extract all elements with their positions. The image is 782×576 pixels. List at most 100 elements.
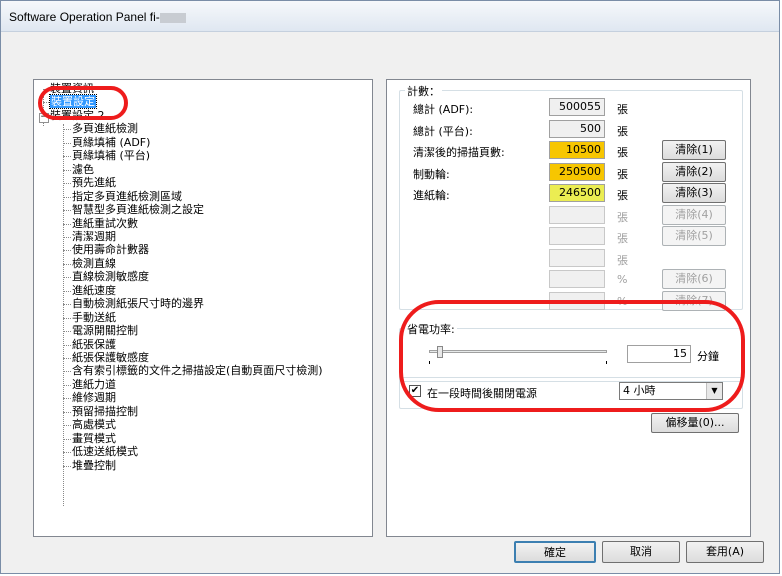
tree-item[interactable]: 堆疊控制 [72, 459, 116, 472]
tree-connector [63, 290, 71, 292]
tree-item[interactable]: 紙張保護 [72, 338, 116, 351]
tree-item[interactable]: 裝置資訊 [50, 82, 94, 95]
clear-counter-button[interactable]: 清除(3) [662, 183, 726, 203]
title-bar: Software Operation Panel fi- [1, 1, 779, 32]
counter-unit: 張 [617, 210, 628, 224]
power-saving-slider-track[interactable] [429, 350, 607, 353]
counter-label: 清潔後的掃描頁數: [413, 146, 505, 159]
tree-item[interactable]: 頁緣填補 (ADF) [72, 136, 150, 149]
tree-connector [63, 344, 71, 346]
clear-counter-button[interactable]: 清除(1) [662, 140, 726, 160]
tree-connector [63, 124, 64, 506]
minutes-unit: 分鐘 [697, 350, 719, 363]
counter-group-label: 計數： [405, 83, 442, 99]
tree-item[interactable]: 進紙力道 [72, 378, 116, 391]
clear-counter-button[interactable]: 清除(7) [662, 290, 726, 311]
tree-connector [63, 398, 71, 400]
tree-item[interactable]: 維修週期 [72, 391, 116, 404]
power-saving-slider-thumb[interactable] [436, 346, 443, 358]
counter-label: 制動輪: [413, 167, 450, 181]
tree-connector [63, 331, 71, 333]
tree-connector [63, 236, 71, 238]
power-saving-minutes-field[interactable]: 15 [627, 345, 691, 363]
cancel-button[interactable]: 取消 [602, 541, 680, 563]
tree-item[interactable]: 指定多頁進紙檢測區域 [72, 190, 182, 203]
counter-label: 進紙輪: [413, 189, 450, 202]
redacted-model [159, 12, 186, 23]
app-window: Software Operation Panel fi- − 裝置資訊 裝置設定裝… [0, 0, 780, 574]
tree-item[interactable]: 手動送紙 [72, 311, 116, 324]
tree-connector [43, 102, 49, 104]
window-title-text: Software Operation Panel fi- [9, 10, 160, 24]
auto-off-time-select[interactable]: 4 小時 ▼ [619, 382, 723, 400]
tree-connector [63, 358, 71, 359]
apply-button[interactable]: 套用(A) [686, 541, 764, 563]
counter-unit: % [617, 294, 628, 308]
tree-connector [63, 425, 71, 427]
tree-item[interactable]: 含有索引標籤的文件之掃描設定(自動頁面尺寸檢測) [72, 364, 323, 377]
slider-tick [606, 361, 607, 364]
power-saving-label: 省電功率: [405, 321, 457, 337]
tree-connector [63, 465, 71, 467]
tree-item[interactable]: 頁緣填補 (平台) [72, 149, 150, 162]
tree-connector [63, 196, 71, 198]
auto-off-checkbox[interactable]: ✔ [409, 385, 421, 397]
tree-connector [63, 156, 71, 158]
counter-unit: 張 [617, 189, 628, 202]
tree-item[interactable]: 進紙速度 [72, 284, 116, 297]
window-title: Software Operation Panel fi- [9, 10, 186, 24]
tree-item[interactable]: 高處模式 [72, 418, 116, 431]
counter-value: 10500 [549, 141, 605, 159]
tree-item[interactable]: 預先進紙 [72, 176, 116, 189]
tree-connector [63, 169, 71, 171]
tree-item[interactable]: 多頁進紙檢測 [72, 122, 138, 135]
clear-counter-button[interactable]: 清除(4) [662, 204, 726, 225]
tree-item[interactable]: 預留掃描控制 [72, 405, 138, 418]
tree-item[interactable]: 自動檢測紙張尺寸時的邊界 [72, 297, 204, 310]
tree-connector [63, 452, 71, 454]
counter-value [549, 205, 605, 224]
auto-off-label: 在一段時間後關閉電源 [427, 387, 537, 400]
tree-connector [63, 438, 71, 440]
tree-item[interactable]: 智慧型多頁進紙檢測之設定 [72, 203, 204, 216]
tree-item[interactable]: 直線檢測敏感度 [72, 270, 149, 283]
tree-connector [43, 89, 49, 90]
tree-item[interactable]: 畫質模式 [72, 432, 116, 445]
clear-counter-button[interactable]: 清除(6) [662, 269, 726, 289]
counter-value [549, 291, 605, 310]
counter-value: 500055 [549, 98, 605, 116]
counter-value [549, 227, 605, 245]
tree-item[interactable]: 裝置設定 2 [50, 109, 105, 122]
tree-item[interactable]: 紙張保護敏感度 [72, 351, 149, 364]
counter-label: 總計 (ADF): [413, 103, 474, 116]
slider-tick [429, 361, 430, 364]
ok-button[interactable]: 確定 [514, 541, 596, 563]
settings-panel: 計數： 總計 (ADF): 500055 張總計 (平台): 500 張清潔後的掃描頁數… [386, 79, 751, 537]
counter-unit: % [617, 273, 628, 286]
tree-item[interactable]: 清潔週期 [72, 230, 116, 243]
tree-item[interactable]: 低速送紙模式 [72, 445, 138, 458]
counter-unit: 張 [617, 146, 628, 159]
tree-item[interactable]: 濾色 [72, 163, 94, 176]
auto-off-time-value: 4 小時 [623, 384, 656, 397]
counter-value [549, 270, 605, 288]
tree-item[interactable]: 裝置設定 [49, 94, 97, 110]
clear-counter-button[interactable]: 清除(2) [662, 161, 726, 182]
tree-item[interactable]: 進紙重試次數 [72, 217, 138, 230]
counter-unit: 張 [617, 103, 628, 116]
counter-value: 250500 [549, 162, 605, 181]
tree-item[interactable]: 檢測直線 [72, 257, 116, 270]
tree-connector [63, 304, 71, 306]
tree-connector [43, 115, 49, 117]
collapse-icon[interactable]: − [39, 113, 49, 123]
tree-item[interactable]: 電源開關控制 [72, 324, 138, 337]
counter-value: 500 [549, 119, 605, 138]
tree-connector [63, 210, 71, 212]
clear-counter-button[interactable]: 清除(5) [662, 226, 726, 246]
tree-item[interactable]: 使用壽命計數器 [72, 243, 149, 256]
settings-tree[interactable]: − 裝置資訊 裝置設定 裝置設定 2 多頁進紙檢測 頁緣填補 (ADF) 頁緣填補 (平台… [33, 79, 373, 537]
tree-connector [63, 411, 71, 413]
counter-unit: 張 [617, 167, 628, 181]
offset-button[interactable]: 偏移量(0)... [651, 413, 739, 433]
chevron-down-icon[interactable]: ▼ [706, 383, 722, 399]
